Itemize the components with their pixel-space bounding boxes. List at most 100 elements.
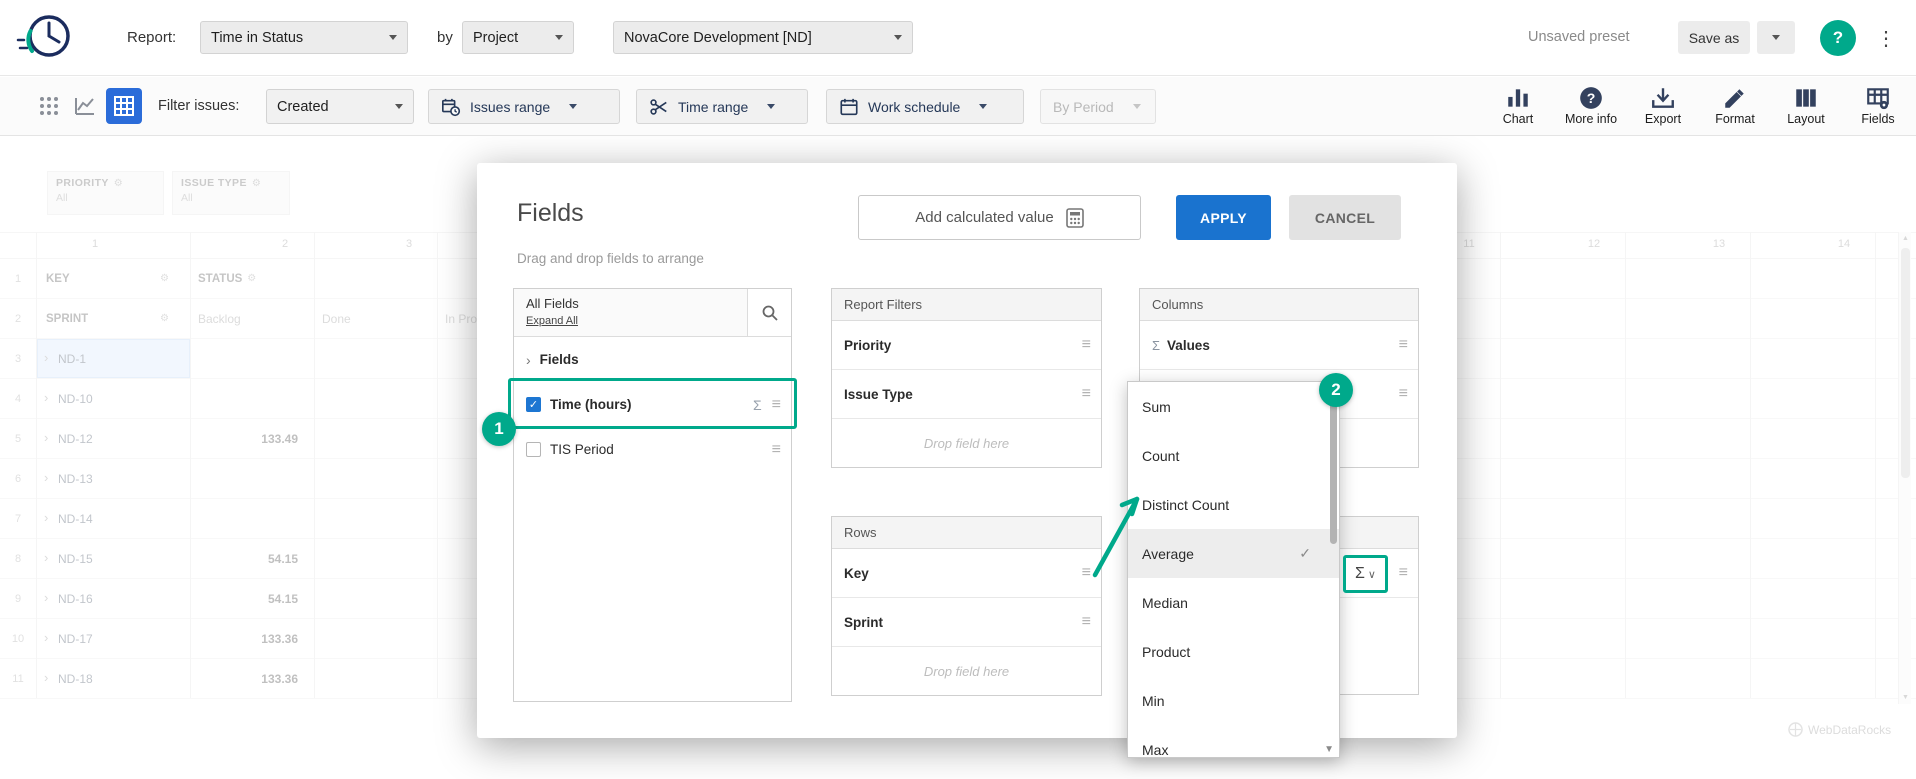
group-by-select[interactable]: Project — [462, 21, 574, 54]
drag-handle-icon[interactable]: ≡ — [772, 441, 781, 459]
column-field-row[interactable]: Σ Values ≡ — [1140, 321, 1418, 370]
apps-grid-button[interactable] — [36, 93, 62, 119]
help-button[interactable]: ? — [1820, 20, 1856, 56]
columns-panel-title: Columns — [1140, 289, 1418, 321]
menu-item-median[interactable]: Median — [1128, 578, 1339, 627]
filter-created-value: Created — [277, 99, 329, 115]
field-group-row[interactable]: › Fields — [514, 337, 791, 382]
by-period-select: By Period — [1040, 89, 1156, 124]
aggregation-selector-button[interactable]: Σ ∨ — [1343, 555, 1388, 593]
field-row-tis-period[interactable]: TIS Period ≡ — [514, 427, 791, 472]
drag-handle-icon[interactable]: ≡ — [1082, 385, 1091, 403]
filter-field-row[interactable]: Issue Type ≡ — [832, 370, 1101, 419]
chart-view-button[interactable] — [72, 93, 98, 119]
drag-handle-icon[interactable]: ≡ — [1399, 385, 1408, 403]
issues-range-button[interactable]: Issues range — [428, 89, 620, 124]
chevron-down-icon — [1133, 104, 1141, 109]
work-schedule-button[interactable]: Work schedule — [826, 89, 1024, 124]
search-button[interactable] — [747, 289, 791, 336]
menu-scrollbar-thumb[interactable] — [1330, 386, 1337, 544]
field-label: Key — [844, 566, 869, 581]
filter-field-row[interactable]: Priority ≡ — [832, 321, 1101, 370]
tis-period-checkbox[interactable] — [526, 442, 541, 457]
menu-item-sum[interactable]: Sum — [1128, 382, 1339, 431]
more-menu-button[interactable]: ⋮ — [1876, 26, 1896, 51]
drop-zone: Drop field here — [832, 419, 1101, 468]
apply-button[interactable]: APPLY — [1176, 195, 1271, 240]
step2-badge: 2 — [1319, 373, 1353, 407]
add-calculated-value-button[interactable]: Add calculated value — [858, 195, 1141, 240]
menu-item-count[interactable]: Count — [1128, 431, 1339, 480]
drag-handle-icon[interactable]: ≡ — [1082, 613, 1091, 631]
time-range-label: Time range — [678, 99, 748, 115]
menu-item-product[interactable]: Product — [1128, 627, 1339, 676]
question-circle-icon: ? — [1578, 85, 1604, 111]
svg-text:?: ? — [1587, 90, 1596, 106]
all-fields-panel: All Fields Expand All › Fields ✓ Time (h… — [513, 288, 792, 702]
report-type-value: Time in Status — [211, 30, 303, 46]
menu-item-max[interactable]: Max — [1128, 725, 1339, 758]
chevron-down-icon — [979, 104, 987, 109]
bar-chart-icon — [1505, 85, 1531, 111]
calendar-icon — [839, 97, 859, 117]
chevron-down-icon — [1772, 35, 1780, 40]
search-icon — [761, 304, 779, 322]
menu-scroll-down-icon: ▼ — [1324, 744, 1334, 755]
chart-action-button[interactable]: Chart — [1485, 85, 1551, 126]
more-info-action-button[interactable]: ? More info — [1558, 85, 1624, 126]
sigma-icon: Σ — [1152, 338, 1160, 353]
format-action-button[interactable]: Format — [1702, 85, 1768, 126]
app-logo-icon — [16, 7, 78, 69]
report-toolbar: Filter issues: Created Issues range Time… — [0, 77, 1916, 136]
dialog-subtitle: Drag and drop fields to arrange — [517, 251, 704, 266]
field-row-time-hours[interactable]: ✓ Time (hours) Σ ≡ — [514, 382, 791, 427]
menu-item-label: Average — [1142, 546, 1194, 562]
fields-dialog: Fields Drag and drop fields to arrange A… — [477, 163, 1457, 738]
step1-badge: 1 — [482, 412, 516, 446]
save-as-chevron-button[interactable] — [1757, 21, 1795, 54]
report-filters-title: Report Filters — [832, 289, 1101, 321]
field-label: Priority — [844, 338, 891, 353]
field-group-label: Fields — [540, 352, 579, 367]
drag-handle-icon[interactable]: ≡ — [1082, 336, 1091, 354]
fields-action-label: Fields — [1845, 112, 1911, 126]
drop-zone: Drop field here — [832, 647, 1101, 696]
project-select[interactable]: NovaCore Development [ND] — [613, 21, 913, 54]
all-fields-title: All Fields — [526, 296, 779, 311]
by-label: by — [437, 29, 453, 46]
more-info-action-label: More info — [1558, 112, 1624, 126]
time-hours-checkbox[interactable]: ✓ — [526, 397, 541, 412]
time-range-button[interactable]: Time range — [636, 89, 808, 124]
expand-all-link[interactable]: Expand All — [526, 315, 578, 327]
sigma-icon: Σ — [753, 397, 762, 413]
row-field-row[interactable]: Key ≡ — [832, 549, 1101, 598]
cancel-button[interactable]: CANCEL — [1289, 195, 1401, 240]
menu-item-distinct-count[interactable]: Distinct Count — [1128, 480, 1339, 529]
fields-action-button[interactable]: Fields — [1845, 85, 1911, 126]
save-as-button[interactable]: Save as — [1678, 21, 1750, 54]
menu-item-min[interactable]: Min — [1128, 676, 1339, 725]
report-filters-panel: Report Filters Priority ≡ Issue Type ≡ D… — [831, 288, 1102, 468]
row-field-row[interactable]: Sprint ≡ — [832, 598, 1101, 647]
export-action-label: Export — [1630, 112, 1696, 126]
drag-handle-icon[interactable]: ≡ — [1399, 336, 1408, 354]
sigma-icon: Σ — [1355, 565, 1365, 583]
check-icon: ✓ — [1299, 545, 1311, 562]
drag-handle-icon[interactable]: ≡ — [772, 396, 781, 414]
work-schedule-label: Work schedule — [868, 99, 960, 115]
chart-action-label: Chart — [1485, 112, 1551, 126]
pencil-icon — [1722, 85, 1748, 111]
pivot-view-button[interactable] — [106, 88, 142, 124]
chevron-down-icon — [389, 35, 397, 40]
drag-handle-icon[interactable]: ≡ — [1082, 564, 1091, 582]
export-action-button[interactable]: Export — [1630, 85, 1696, 126]
rows-panel-title: Rows — [832, 517, 1101, 549]
report-type-select[interactable]: Time in Status — [200, 21, 408, 54]
calculator-icon — [1066, 208, 1084, 228]
drag-handle-icon[interactable]: ≡ — [1399, 564, 1408, 582]
layout-action-button[interactable]: Layout — [1773, 85, 1839, 126]
filter-issues-label: Filter issues: — [158, 98, 239, 114]
filter-created-select[interactable]: Created — [266, 89, 414, 124]
menu-item-average[interactable]: Average ✓ — [1128, 529, 1339, 578]
scissors-icon — [649, 97, 669, 117]
